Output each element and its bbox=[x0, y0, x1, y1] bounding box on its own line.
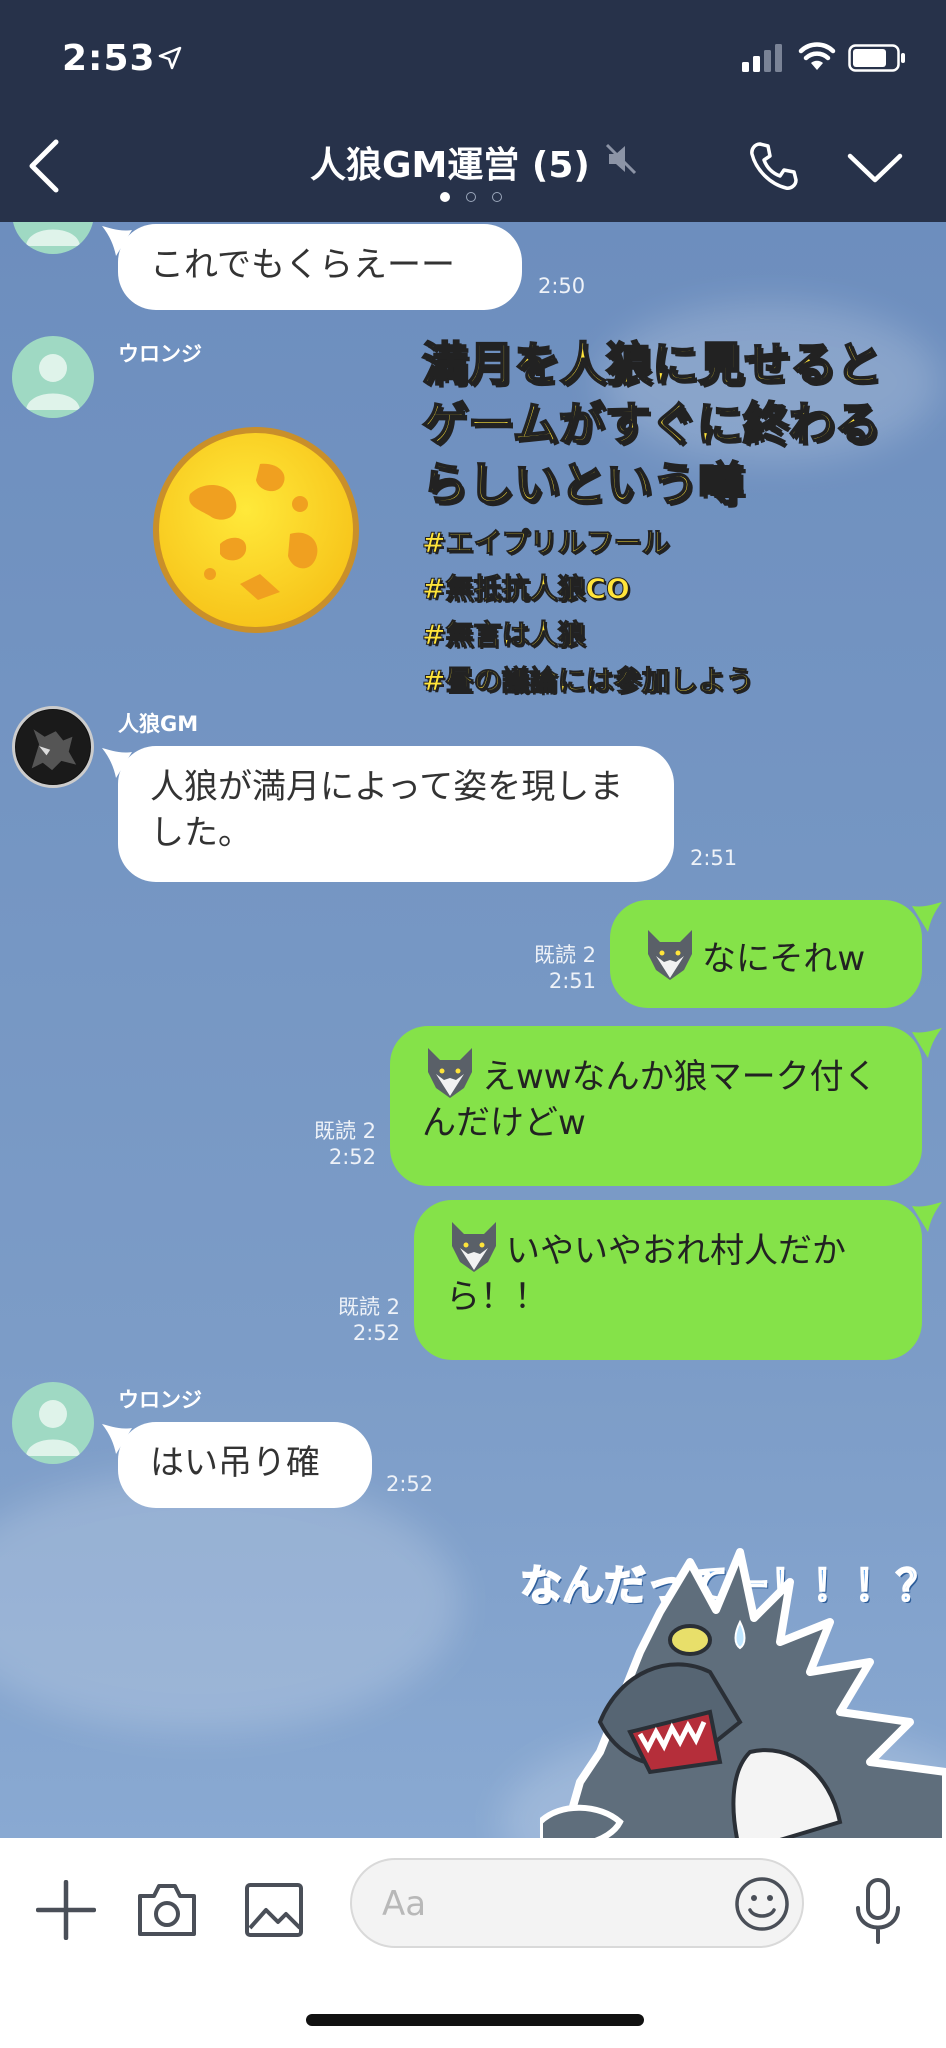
avatar[interactable] bbox=[12, 336, 94, 418]
plus-icon[interactable] bbox=[36, 1880, 96, 1940]
page-indicator bbox=[440, 192, 502, 202]
message-field[interactable] bbox=[350, 1858, 804, 1948]
overlay-caption: 満月を人狼に見せると ゲームがすぐに終わる らしいという噂 #エイプリルフール … bbox=[421, 334, 883, 704]
chat-title: 人狼GM運営 (5) bbox=[310, 145, 590, 186]
wolf-mark-icon bbox=[428, 1048, 472, 1098]
message-text: 人狼が満月によって姿を現しました。 bbox=[150, 767, 624, 853]
home-indicator[interactable] bbox=[306, 2014, 644, 2026]
wifi-icon bbox=[798, 42, 836, 70]
bubble-tail bbox=[912, 1028, 942, 1058]
message-time: 2:50 bbox=[538, 274, 586, 298]
full-moon-sticker[interactable] bbox=[150, 424, 362, 636]
overlay-headline: 満月を人狼に見せると bbox=[421, 336, 883, 392]
top-bar: 2:53 人狼GM運営 (5) bbox=[0, 0, 946, 222]
message-bubble[interactable]: えwwなんか狼マーク付くんだけどw bbox=[390, 1026, 922, 1186]
read-receipt: 既読 2 2:51 bbox=[533, 943, 596, 993]
phone-icon[interactable] bbox=[746, 138, 802, 194]
back-button[interactable] bbox=[22, 136, 64, 196]
sender-name: ウロンジ bbox=[118, 342, 202, 366]
overlay-headline: らしいという噂 bbox=[421, 456, 745, 512]
mute-icon bbox=[605, 143, 637, 175]
message-bubble[interactable]: いやいやおれ村人だから！！ bbox=[414, 1200, 922, 1360]
overlay-hashtag: #昼の議論には参加しよう bbox=[422, 664, 754, 698]
wolf-mark-icon bbox=[452, 1222, 496, 1272]
message-bubble[interactable]: これでもくらえーー bbox=[118, 224, 522, 310]
wolf-mark-icon bbox=[648, 930, 692, 980]
overlay-hashtag: #無抵抗人狼CO bbox=[422, 572, 631, 606]
bubble-tail bbox=[912, 902, 942, 932]
overlay-hashtag: #エイプリルフール bbox=[422, 526, 670, 560]
overlay-headline: ゲームがすぐに終わる bbox=[421, 396, 882, 452]
image-icon[interactable] bbox=[244, 1882, 304, 1938]
avatar[interactable] bbox=[12, 1382, 94, 1464]
message-text: なにそれw bbox=[702, 939, 866, 979]
overlay-hashtag: #無言は人狼 bbox=[422, 618, 586, 652]
avatar[interactable] bbox=[12, 222, 94, 254]
read-receipt: 既読 2 2:52 bbox=[337, 1295, 400, 1345]
message-time: 2:52 bbox=[386, 1472, 434, 1496]
message-bubble[interactable]: なにそれw bbox=[610, 900, 922, 1008]
message-text: はい吊り確 bbox=[150, 1443, 320, 1483]
surprised-wolf-sticker[interactable] bbox=[540, 1522, 946, 1838]
chevron-down-icon[interactable] bbox=[846, 148, 904, 188]
location-arrow-icon bbox=[158, 46, 182, 70]
cellular-signal-icon bbox=[742, 44, 782, 72]
message-text: これでもくらえーー bbox=[150, 245, 455, 285]
status-time: 2:53 bbox=[62, 38, 156, 79]
sender-name: ウロンジ bbox=[118, 1388, 202, 1412]
message-text: えwwなんか狼マーク付くんだけどw bbox=[422, 1057, 878, 1143]
chat-area[interactable]: これでもくらえーー 2:50 ウロンジ 満月を人狼に見せると ゲームがすぐに終わ… bbox=[0, 222, 946, 1838]
camera-icon[interactable] bbox=[136, 1882, 198, 1938]
read-receipt: 既読 2 2:52 bbox=[313, 1119, 376, 1169]
message-text: いやいやおれ村人だから！！ bbox=[446, 1231, 846, 1317]
message-input-bar bbox=[0, 1838, 946, 2048]
emoji-icon[interactable] bbox=[734, 1876, 790, 1932]
message-bubble[interactable]: はい吊り確 bbox=[118, 1422, 372, 1508]
sender-name: 人狼GM bbox=[118, 712, 199, 736]
microphone-icon[interactable] bbox=[852, 1878, 904, 1944]
bubble-tail bbox=[912, 1202, 942, 1232]
message-time: 2:51 bbox=[690, 846, 738, 870]
message-input[interactable] bbox=[382, 1880, 722, 1928]
background-cloud bbox=[0, 1472, 460, 1732]
message-bubble[interactable]: 人狼が満月によって姿を現しました。 bbox=[118, 746, 674, 882]
avatar[interactable] bbox=[12, 706, 94, 788]
battery-icon bbox=[848, 44, 905, 72]
